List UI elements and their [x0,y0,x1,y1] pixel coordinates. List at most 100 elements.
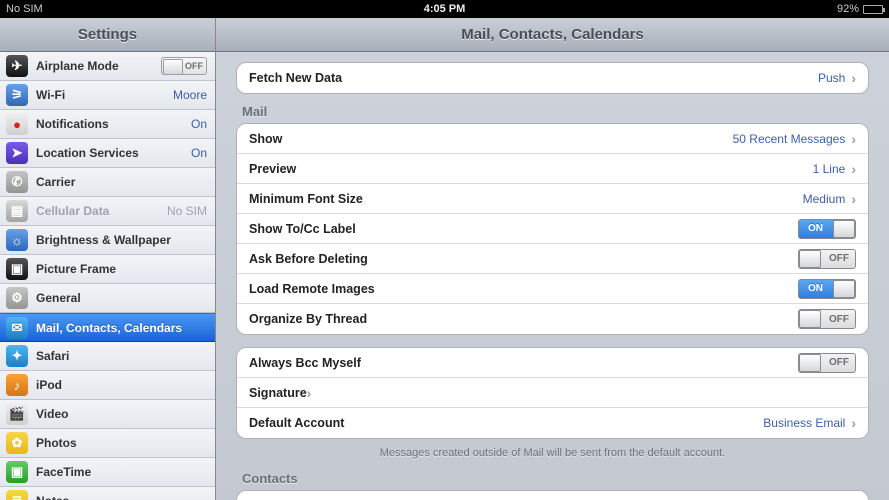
app: Settings ✈ Airplane Mode OFF ⚞ Wi-Fi Moore ● No… [0,18,889,500]
sidebar-item-general[interactable]: ⚙ General [0,284,215,313]
row-value: Medium [803,192,846,206]
chevron-right-icon: › [851,415,856,431]
sidebar-item-value: Moore [173,88,207,102]
ipod-icon: ♪ [6,374,28,396]
row-preview[interactable]: Preview1 Line› [237,154,868,184]
settings-group: Fetch New Data Push › [236,62,869,94]
picture-frame-icon: ▣ [6,258,28,280]
row-show-to-cc-label[interactable]: Show To/Cc Label ON [237,214,868,244]
chevron-right-icon: › [851,70,856,86]
row-minimum-font-size[interactable]: Minimum Font Size Medium › [237,184,868,214]
settings-group: Show50 Recent Messages›Preview1 Line›Min… [236,123,869,335]
row-label: Default Account [249,416,344,430]
photos-icon: ✿ [6,432,28,454]
group-footer-note: Messages created outside of Mail will be… [236,439,869,461]
sidebar-item-value: On [191,146,207,160]
sidebar-item-label: Mail, Contacts, Calendars [36,321,182,335]
row-value: Push [818,71,845,85]
toggle-load-remote-images[interactable]: ON [798,279,856,299]
row-show[interactable]: Show50 Recent Messages› [237,124,868,154]
battery-icon [863,5,883,14]
toggle-show-to-cc-label[interactable]: ON [798,219,856,239]
settings-group: Always Bcc MyselfOFFSignature›Default Ac… [236,347,869,439]
row-label: Load Remote Images [249,282,375,296]
row-value: 1 Line [813,162,846,176]
sidebar-item-airplane-mode[interactable]: ✈ Airplane Mode OFF [0,52,215,81]
row-value: 50 Recent Messages [733,132,846,146]
row-always-bcc-myself[interactable]: Always Bcc Myself OFF [237,348,868,378]
sidebar-item-label: Cellular Data [36,204,109,218]
sidebar-item-notifications[interactable]: ●NotificationsOn [0,110,215,139]
detail-body[interactable]: Fetch New Data Push › Mail Show 50 Recent Mes… [216,52,889,500]
row-default-account[interactable]: Default AccountBusiness Email› [237,408,868,438]
row-label: Minimum Font Size [249,192,363,206]
sidebar-item-label: iPod [36,378,62,392]
row-label: Show [249,132,282,146]
toggle-ask-before-deleting[interactable]: OFF [798,249,856,269]
sidebar-item-picture-frame[interactable]: ▣Picture Frame [0,255,215,284]
row-organize-by-thread[interactable]: Organize By Thread OFF [237,304,868,334]
sidebar: Settings ✈ Airplane Mode OFF ⚞ Wi-Fi Moore ● No… [0,18,216,500]
row-label: Fetch New Data [249,71,342,85]
sidebar-item-label: Video [36,407,68,421]
safari-icon: ✦ [6,345,28,367]
chevron-right-icon: › [851,191,856,207]
notes-icon: ≣ [6,490,28,500]
sidebar-item-label: Photos [36,436,77,450]
status-sim: No SIM [6,3,298,15]
row-label: Show To/Cc Label [249,222,356,236]
chevron-right-icon: › [851,161,856,177]
sidebar-item-label: Carrier [36,175,75,189]
row-fetch-new-data[interactable]: Fetch New Data Push › [237,63,868,93]
sidebar-title: Settings [0,18,215,52]
sidebar-list[interactable]: ✈ Airplane Mode OFF ⚞ Wi-Fi Moore ● Notificatio… [0,52,215,500]
mail-icon: ✉ [6,317,28,339]
row-label: Always Bcc Myself [249,356,361,370]
group-header: Mail [236,94,869,123]
sidebar-item-label: Location Services [36,146,139,160]
carrier-icon: ✆ [6,171,28,193]
toggle-always-bcc-myself[interactable]: OFF [798,353,856,373]
detail-title: Mail, Contacts, Calendars [216,18,889,52]
location-icon: ➤ [6,142,28,164]
row-load-remote-images[interactable]: Load Remote Images ON [237,274,868,304]
group-header: Contacts [236,461,869,490]
notifications-icon: ● [6,113,28,135]
sidebar-item-carrier[interactable]: ✆ Carrier [0,168,215,197]
sidebar-item-label: Notifications [36,117,109,131]
row-label: Organize By Thread [249,312,367,326]
sidebar-item-value: No SIM [167,204,207,218]
row-sort-order[interactable]: Sort OrderLast, First› [237,491,868,500]
sidebar-item-label: General [36,291,81,305]
sidebar-item-mail-contacts-calendars[interactable]: ✉ Mail, Contacts, Calendars [0,313,215,342]
sidebar-item-wi-fi[interactable]: ⚞ Wi-Fi Moore [0,81,215,110]
row-label: Ask Before Deleting [249,252,368,266]
row-ask-before-deleting[interactable]: Ask Before Deleting OFF [237,244,868,274]
brightness-icon: ☼ [6,229,28,251]
sidebar-item-photos[interactable]: ✿ Photos [0,429,215,458]
airplane-mode-toggle[interactable]: OFF [161,57,207,75]
airplane-icon: ✈ [6,55,28,77]
sidebar-item-safari[interactable]: ✦Safari [0,342,215,371]
status-battery-pct: 92% [837,3,859,15]
facetime-icon: ▣ [6,461,28,483]
row-signature[interactable]: Signature› [237,378,868,408]
sidebar-item-label: Notes [36,494,69,500]
sidebar-item-video[interactable]: 🎬 Video [0,400,215,429]
sidebar-item-facetime[interactable]: ▣FaceTime [0,458,215,487]
sidebar-item-location-services[interactable]: ➤ Location Services On [0,139,215,168]
sidebar-item-label: Brightness & Wallpaper [36,233,171,247]
sidebar-item-brightness-wallpaper[interactable]: ☼ Brightness & Wallpaper [0,226,215,255]
status-time: 4:05 PM [298,3,590,15]
sidebar-item-ipod[interactable]: ♪ iPod [0,371,215,400]
sidebar-item-label: Airplane Mode [36,59,119,73]
video-icon: 🎬 [6,403,28,425]
general-icon: ⚙ [6,287,28,309]
cellular-icon: ▤ [6,200,28,222]
device-frame: No SIM 4:05 PM 92% Settings ✈ Airplane Mo… [0,0,889,500]
wifi-icon: ⚞ [6,84,28,106]
sidebar-item-notes[interactable]: ≣ Notes [0,487,215,500]
sidebar-item-label: Wi-Fi [36,88,65,102]
toggle-organize-by-thread[interactable]: OFF [798,309,856,329]
sidebar-item-cellular-data: ▤ Cellular Data No SIM [0,197,215,226]
